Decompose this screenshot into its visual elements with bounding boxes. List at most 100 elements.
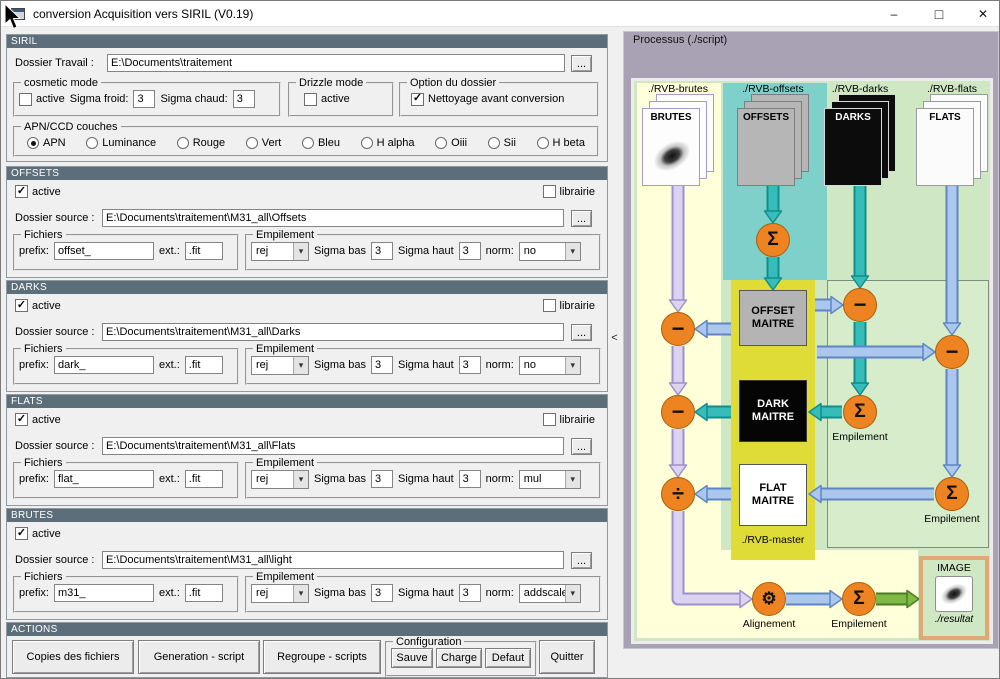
- radio-bleu[interactable]: Bleu: [302, 137, 340, 149]
- flats-dossier-input[interactable]: [102, 437, 564, 455]
- brutes-norm-select[interactable]: addscale ▾: [519, 584, 581, 603]
- flats-fichiers-group: Fichiers prefix: ext.:: [13, 457, 239, 499]
- sigma-chaud-input[interactable]: [233, 90, 255, 108]
- checkbox-box: [543, 299, 556, 312]
- flats-rej-select[interactable]: rej ▾: [251, 470, 309, 489]
- radio-circle: [537, 137, 549, 149]
- sum-icon-darks: Σ: [843, 395, 877, 429]
- dropdown-arrow-icon: ▾: [293, 585, 308, 602]
- brutes-dossier-input[interactable]: [102, 551, 564, 569]
- darks-ext-input[interactable]: [185, 356, 223, 374]
- dossier-travail-input[interactable]: [107, 54, 565, 72]
- option-dossier-legend: Option du dossier: [407, 77, 499, 89]
- darks-active-checkbox[interactable]: ✓ active: [15, 299, 61, 312]
- close-button[interactable]: ✕: [968, 1, 998, 26]
- brutes-empilement-group: Empilement rej ▾ Sigma bas Sigma haut no…: [245, 571, 601, 613]
- panel-splitter[interactable]: <: [607, 27, 622, 649]
- offsets-browse-button[interactable]: ...: [571, 210, 592, 227]
- radio-halpha[interactable]: H alpha: [361, 137, 415, 149]
- copies-fichiers-button[interactable]: Copies des fichiers: [12, 640, 134, 674]
- brutes-sigma-bas-input[interactable]: [371, 584, 393, 602]
- flats-prefix-input[interactable]: [54, 470, 154, 488]
- generation-script-button[interactable]: Generation - script: [138, 640, 260, 674]
- minimize-button[interactable]: –: [879, 1, 909, 26]
- offsets-sigma-haut-input[interactable]: [459, 242, 481, 260]
- flats-librairie-checkbox[interactable]: librairie: [543, 413, 595, 426]
- flats-ext-label: ext.:: [159, 473, 180, 485]
- radio-vert[interactable]: Vert: [246, 137, 282, 149]
- cosmetic-active-checkbox[interactable]: active: [19, 93, 65, 106]
- radio-circle: [435, 137, 447, 149]
- sigma-froid-input[interactable]: [133, 90, 155, 108]
- brutes-browse-button[interactable]: ...: [571, 552, 592, 569]
- darks-dossier-input[interactable]: [102, 323, 564, 341]
- check-icon: ✓: [17, 528, 26, 539]
- radio-circle: [361, 137, 373, 149]
- option-dossier-group: Option du dossier ✓ Nettoyage avant conv…: [399, 77, 599, 117]
- radio-circle: [488, 137, 500, 149]
- offsets-dossier-input[interactable]: [102, 209, 564, 227]
- brutes-stack: BRUTES: [642, 94, 714, 186]
- darks-section: DARKS ✓ active librairie Dossier source …: [6, 280, 608, 392]
- dossier-travail-label: Dossier Travail :: [15, 57, 94, 69]
- flats-stack: FLATS: [916, 94, 988, 186]
- darks-norm-select[interactable]: no ▾: [519, 356, 581, 375]
- radio-luminance[interactable]: Luminance: [86, 137, 156, 149]
- process-panel: Processus (./script) ./RVB-brutes ./RVB-…: [623, 31, 999, 649]
- flats-browse-button[interactable]: ...: [571, 438, 592, 455]
- brutes-sigma-haut-input[interactable]: [459, 584, 481, 602]
- quitter-button[interactable]: Quitter: [539, 640, 595, 674]
- darks-sigma-haut-input[interactable]: [459, 356, 481, 374]
- offsets-sigma-bas-input[interactable]: [371, 242, 393, 260]
- sauve-button[interactable]: Sauve: [391, 648, 433, 668]
- drizzle-active-checkbox[interactable]: active: [304, 93, 350, 106]
- checkbox-box: ✓: [15, 413, 28, 426]
- darks-prefix-input[interactable]: [54, 356, 154, 374]
- rvb-master-label: ./RVB-master: [731, 534, 815, 546]
- dropdown-arrow-icon: ▾: [565, 357, 580, 374]
- flats-ext-input[interactable]: [185, 470, 223, 488]
- darks-browse-button[interactable]: ...: [571, 324, 592, 341]
- charge-button[interactable]: Charge: [436, 648, 482, 668]
- cosmetic-mode-legend: cosmetic mode: [21, 77, 101, 89]
- window-title: conversion Acquisition vers SIRIL (V0.19…: [33, 7, 253, 21]
- maximize-button[interactable]: □: [924, 1, 954, 26]
- regroupe-scripts-button[interactable]: Regroupe - scripts: [263, 640, 381, 674]
- dropdown-arrow-icon: ▾: [565, 243, 580, 260]
- flats-sigma-haut-input[interactable]: [459, 470, 481, 488]
- radio-hbeta[interactable]: H beta: [537, 137, 585, 149]
- flats-sigma-bas-input[interactable]: [371, 470, 393, 488]
- brutes-ext-input[interactable]: [185, 584, 223, 602]
- offsets-librairie-checkbox[interactable]: librairie: [543, 185, 595, 198]
- minus-icon-brutes-dark: −: [661, 395, 695, 429]
- radio-apn[interactable]: APN: [27, 137, 66, 149]
- radio-oiii[interactable]: Oiii: [435, 137, 467, 149]
- actions-section: ACTIONS Copies des fichiers Generation -…: [6, 622, 608, 678]
- offsets-rej-select[interactable]: rej ▾: [251, 242, 309, 261]
- darks-sigma-bas-input[interactable]: [371, 356, 393, 374]
- sum-icon-offsets: Σ: [756, 223, 790, 257]
- dropdown-arrow-icon: ▾: [293, 243, 308, 260]
- titlebar[interactable]: conversion Acquisition vers SIRIL (V0.19…: [1, 1, 999, 27]
- radio-sii[interactable]: Sii: [488, 137, 516, 149]
- brutes-active-checkbox[interactable]: ✓ active: [15, 527, 61, 540]
- radio-rouge[interactable]: Rouge: [177, 137, 225, 149]
- dossier-travail-browse-button[interactable]: ...: [571, 55, 592, 72]
- offsets-active-checkbox[interactable]: ✓ active: [15, 185, 61, 198]
- offsets-ext-input[interactable]: [185, 242, 223, 260]
- defaut-button[interactable]: Defaut: [485, 648, 531, 668]
- offsets-norm-select[interactable]: no ▾: [519, 242, 581, 261]
- darks-librairie-checkbox[interactable]: librairie: [543, 299, 595, 312]
- darks-rej-select[interactable]: rej ▾: [251, 356, 309, 375]
- empilement-darks-label: Empilement: [818, 431, 902, 443]
- process-panel-title: Processus (./script): [633, 34, 727, 46]
- result-title: IMAGE: [937, 562, 971, 574]
- flats-norm-select[interactable]: mul ▾: [519, 470, 581, 489]
- brutes-rej-select[interactable]: rej ▾: [251, 584, 309, 603]
- alignement-label: Alignement: [727, 618, 811, 630]
- offsets-prefix-input[interactable]: [54, 242, 154, 260]
- nettoyage-checkbox[interactable]: ✓ Nettoyage avant conversion: [411, 93, 564, 106]
- flats-active-checkbox[interactable]: ✓ active: [15, 413, 61, 426]
- brutes-prefix-input[interactable]: [54, 584, 154, 602]
- actions-section-header: ACTIONS: [7, 623, 607, 636]
